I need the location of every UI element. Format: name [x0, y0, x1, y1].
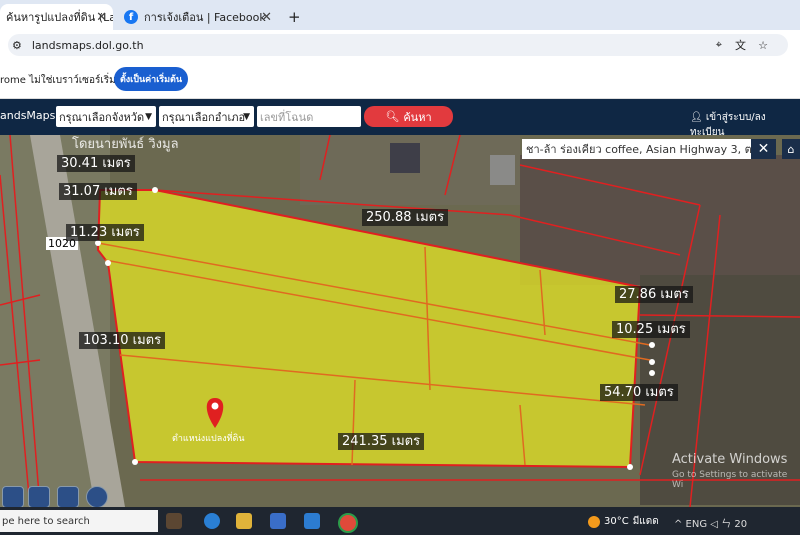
- sun-icon: [588, 515, 600, 528]
- map-view[interactable]: โดยนายพันธ์ วิงมูล 1020 30.41 เมตร 31.07…: [0, 135, 800, 507]
- district-select[interactable]: กรุณาเลือกอำเภอ ▼: [159, 106, 254, 127]
- draw-circle-icon[interactable]: [86, 486, 108, 508]
- activate-windows-subtitle: Go to Settings to activate Wi: [672, 470, 788, 490]
- site-logo[interactable]: andsMaps: [0, 109, 55, 122]
- chevron-down-icon: ▼: [145, 111, 152, 122]
- home-icon[interactable]: ⌂: [782, 139, 800, 159]
- location-icon[interactable]: ⌖: [716, 38, 722, 52]
- site-header: andsMaps กรุณาเลือกจังหวัด ▼ กรุณาเลือกอ…: [0, 99, 800, 138]
- address-bar: ⚙ landsmaps.dol.go.th ⌖ 文 ☆: [0, 30, 800, 60]
- tab-facebook[interactable]: f การเจ้งเตือน | Facebook ✕: [118, 4, 278, 30]
- mail-icon[interactable]: [304, 513, 320, 529]
- tab-label: การเจ้งเตือน | Facebook: [144, 11, 266, 24]
- weather-temp: 30°C: [604, 516, 629, 527]
- province-select-label: กรุณาเลือกจังหวัด: [59, 110, 145, 124]
- bookmark-star-icon[interactable]: ☆: [758, 39, 768, 52]
- translate-icon[interactable]: 文: [735, 37, 746, 53]
- tab-landsmaps[interactable]: ค้นหารูปแปลงที่ดิน (LandsMa ✕: [0, 4, 113, 30]
- measurement-label: 241.35 เมตร: [338, 433, 425, 450]
- draw-polygon-icon[interactable]: [28, 486, 50, 508]
- road-owner-label: โดยนายพันธ์ วิงมูล: [72, 137, 179, 152]
- parcel-marker-label: ตำแหน่งแปลงที่ดิน: [172, 434, 245, 444]
- file-explorer-icon[interactable]: [236, 513, 252, 529]
- chrome-icon[interactable]: [338, 513, 358, 533]
- close-icon[interactable]: ✕: [96, 10, 107, 25]
- edge-icon[interactable]: [204, 513, 220, 529]
- taskbar-search[interactable]: pe here to search: [0, 510, 158, 532]
- weather-text: มีแดด: [632, 516, 659, 527]
- measurement-label: 103.10 เมตร: [79, 332, 166, 349]
- measurement-label: 54.70 เมตร: [600, 384, 678, 401]
- parcel-number-input[interactable]: เลขที่โฉนด: [257, 106, 361, 127]
- province-select[interactable]: กรุณาเลือกจังหวัด ▼: [56, 106, 156, 127]
- search-button-label: ค้นหา: [403, 110, 432, 124]
- measurement-label: 27.86 เมตร: [615, 286, 693, 303]
- taskbar-search-text: pe here to search: [2, 515, 90, 527]
- url-text: landsmaps.dol.go.th: [31, 38, 144, 52]
- default-browser-infobar: rome ไม่ใช่เบราว์เซอร์เริ่มต้น ตั้งเป็นค…: [0, 60, 800, 99]
- chevron-down-icon: ▼: [243, 111, 250, 122]
- weather-widget[interactable]: 30°C มีแดด: [588, 514, 659, 529]
- system-tray[interactable]: ^ ENG ◁ ㄣ 20: [674, 515, 747, 530]
- search-button[interactable]: 🔍︎ ค้นหา: [364, 106, 453, 127]
- set-default-button[interactable]: ตั้งเป็นค่าเริ่มต้น: [114, 67, 188, 91]
- facebook-icon: f: [124, 10, 138, 24]
- place-search-field[interactable]: ชา-ล้า ร่องเคียว coffee, Asian Highway 3…: [522, 139, 776, 159]
- close-icon[interactable]: ✕: [261, 10, 272, 25]
- activate-windows-title: Activate Windows: [672, 452, 788, 467]
- measurement-label: 11.23 เมตร: [66, 224, 144, 241]
- draw-rectangle-icon[interactable]: [57, 486, 79, 508]
- draw-line-icon[interactable]: [2, 486, 24, 508]
- district-select-label: กรุณาเลือกอำเภอ: [162, 110, 246, 124]
- search-icon: 🔍︎: [385, 110, 400, 123]
- user-icon: 👤︎: [690, 112, 703, 123]
- measurement-label: 10.25 เมตร: [612, 321, 690, 338]
- url-field[interactable]: ⚙ landsmaps.dol.go.th ⌖ 文 ☆: [8, 34, 788, 56]
- measurement-label: 250.88 เมตร: [362, 209, 449, 226]
- measurement-label: 30.41 เมตร: [57, 155, 135, 172]
- taskview-icon[interactable]: [166, 513, 182, 529]
- browser-tab-bar: ค้นหารูปแปลงที่ดิน (LandsMa ✕ f การเจ้งเ…: [0, 0, 800, 30]
- site-info-icon[interactable]: ⚙: [12, 39, 22, 52]
- store-icon[interactable]: [270, 513, 286, 529]
- new-tab-button[interactable]: +: [282, 4, 306, 30]
- close-icon[interactable]: ✕: [751, 139, 776, 159]
- measurement-label: 31.07 เมตร: [59, 183, 137, 200]
- infobar-text: rome ไม่ใช่เบราว์เซอร์เริ่มต้น: [0, 75, 130, 86]
- windows-taskbar: pe here to search 30°C มีแดด ^ ENG ◁ ㄣ 2…: [0, 507, 800, 535]
